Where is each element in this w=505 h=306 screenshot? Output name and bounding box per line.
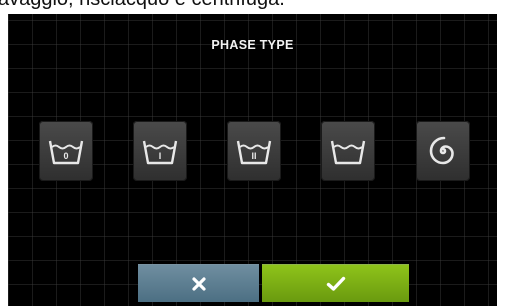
tub-0-label: 0 [63, 151, 68, 161]
phase-option-wash-1[interactable]: I [133, 121, 187, 181]
phase-option-wash-2[interactable]: II [227, 121, 281, 181]
tub-empty-icon [330, 140, 366, 165]
phase-option-spin[interactable] [416, 121, 470, 181]
tub-2-icon: II [236, 140, 272, 165]
phase-option-rinse[interactable] [321, 121, 375, 181]
tub-2-label: II [251, 151, 256, 161]
confirm-button[interactable] [262, 264, 409, 302]
spin-icon [429, 136, 454, 165]
check-icon [326, 276, 345, 291]
phase-type-screen: PHASE TYPE 0 I II [8, 14, 497, 306]
phase-option-prewash[interactable]: 0 [39, 121, 93, 181]
tub-0-icon: 0 [48, 140, 84, 165]
phase-options: 0 I II [8, 121, 497, 181]
close-icon [191, 276, 206, 291]
cancel-button[interactable] [138, 264, 259, 302]
tub-1-label: I [159, 151, 162, 161]
caption-text: avaggio, risciacquo e centrifuga. [0, 0, 285, 11]
tub-1-icon: I [142, 140, 178, 165]
page-title: PHASE TYPE [211, 38, 294, 52]
